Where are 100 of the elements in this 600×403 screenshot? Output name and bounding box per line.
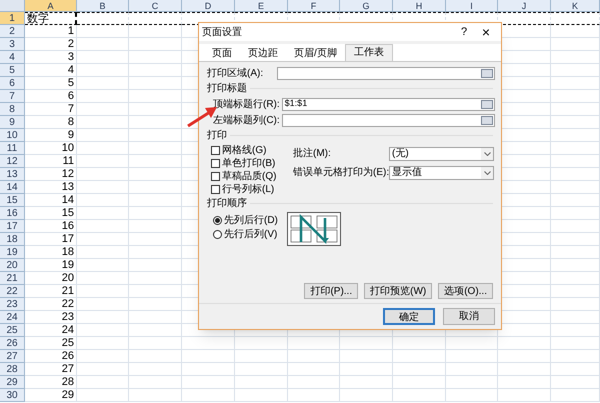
row-header[interactable]: 9 bbox=[0, 116, 25, 129]
row-header[interactable]: 24 bbox=[0, 311, 25, 324]
dialog-button[interactable]: 选项(O)... bbox=[438, 283, 493, 299]
row-header[interactable]: 1 bbox=[0, 12, 25, 25]
row-header[interactable]: 8 bbox=[0, 103, 25, 116]
table-cell: 7 bbox=[25, 103, 77, 116]
table-cell: 22 bbox=[25, 298, 77, 311]
field-label: 错误单元格打印为(E): bbox=[293, 166, 389, 180]
row-header[interactable]: 27 bbox=[0, 350, 25, 363]
table-cell: 4 bbox=[25, 64, 77, 77]
table-cell: 3 bbox=[25, 51, 77, 64]
row-header[interactable]: 14 bbox=[0, 181, 25, 194]
checkbox-label: 草稿品质(Q) bbox=[222, 170, 276, 184]
row-header[interactable]: 30 bbox=[0, 389, 25, 402]
tab[interactable]: 页面 bbox=[204, 46, 240, 61]
table-cell: 12 bbox=[25, 168, 77, 181]
row-header[interactable]: 17 bbox=[0, 220, 25, 233]
row-header[interactable]: 19 bbox=[0, 246, 25, 259]
table-cell: 17 bbox=[25, 233, 77, 246]
column-header[interactable]: C bbox=[129, 0, 182, 12]
row-header[interactable]: 25 bbox=[0, 324, 25, 337]
tab[interactable]: 页边距 bbox=[240, 46, 286, 61]
dropdown[interactable]: 显示值 bbox=[389, 166, 494, 180]
radio-label: 先列后行(D) bbox=[224, 214, 278, 228]
column-header[interactable]: H bbox=[393, 0, 446, 12]
column-header[interactable]: J bbox=[498, 0, 551, 12]
column-header[interactable]: A bbox=[25, 0, 77, 12]
row-header[interactable]: 10 bbox=[0, 129, 25, 142]
dialog-button[interactable]: 打印(P)... bbox=[304, 283, 358, 299]
tab[interactable]: 页眉/页脚 bbox=[286, 46, 345, 61]
row-header[interactable]: 3 bbox=[0, 38, 25, 51]
table-cell: 23 bbox=[25, 311, 77, 324]
table-cell: 11 bbox=[25, 155, 77, 168]
ok-button[interactable]: 确定 bbox=[383, 308, 435, 325]
table-cell: 5 bbox=[25, 77, 77, 90]
checkbox[interactable]: 单色打印(B) bbox=[211, 157, 281, 169]
checkbox-label: 单色打印(B) bbox=[222, 156, 276, 170]
column-header[interactable]: I bbox=[446, 0, 498, 12]
input-field[interactable]: $1:$1 bbox=[282, 98, 495, 110]
field-label: 左端标题列(C): bbox=[213, 114, 281, 128]
table-cell: 6 bbox=[25, 90, 77, 103]
column-header[interactable]: B bbox=[77, 0, 129, 12]
row-header[interactable]: 11 bbox=[0, 142, 25, 155]
table-cell: 15 bbox=[25, 207, 77, 220]
cancel-button[interactable]: 取消 bbox=[443, 308, 495, 325]
table-cell: 10 bbox=[25, 142, 77, 155]
table-cell: 28 bbox=[25, 376, 77, 389]
table-cell: 26 bbox=[25, 350, 77, 363]
dialog-title: 页面设置 bbox=[202, 26, 243, 40]
column-header[interactable]: D bbox=[182, 0, 235, 12]
row-header[interactable]: 15 bbox=[0, 194, 25, 207]
row-header[interactable]: 23 bbox=[0, 298, 25, 311]
column-header[interactable]: F bbox=[288, 0, 340, 12]
field-label: 顶端标题行(R): bbox=[213, 98, 281, 112]
tab[interactable]: 工作表 bbox=[344, 44, 393, 61]
section-heading: 打印标题 bbox=[207, 82, 247, 96]
checkbox-label: 网格线(G) bbox=[222, 144, 266, 158]
dialog-button[interactable]: 打印预览(W) bbox=[364, 283, 432, 299]
column-header[interactable]: E bbox=[235, 0, 288, 12]
row-header[interactable]: 28 bbox=[0, 363, 25, 376]
table-cell: 2 bbox=[25, 38, 77, 51]
row-header[interactable]: 26 bbox=[0, 337, 25, 350]
checkbox[interactable]: 网格线(G) bbox=[211, 144, 281, 156]
row-header[interactable]: 6 bbox=[0, 77, 25, 90]
section-heading: 打印顺序 bbox=[207, 196, 247, 211]
row-header[interactable]: 21 bbox=[0, 272, 25, 285]
table-cell: 24 bbox=[25, 324, 77, 337]
row-header[interactable]: 2 bbox=[0, 25, 25, 38]
checkbox[interactable]: 行号列标(L) bbox=[211, 183, 281, 195]
row-header[interactable]: 20 bbox=[0, 259, 25, 272]
table-cell: 9 bbox=[25, 129, 77, 142]
close-button[interactable]: × bbox=[474, 25, 498, 39]
row-header[interactable]: 12 bbox=[0, 155, 25, 168]
row-header[interactable]: 7 bbox=[0, 90, 25, 103]
radio-button[interactable]: 先列后行(D) bbox=[213, 214, 281, 226]
row-header[interactable]: 16 bbox=[0, 207, 25, 220]
dropdown[interactable]: (无) bbox=[389, 146, 494, 160]
row-header[interactable]: 22 bbox=[0, 285, 25, 298]
table-cell: 18 bbox=[25, 246, 77, 259]
table-cell: 25 bbox=[25, 337, 77, 350]
table-cell: 21 bbox=[25, 285, 77, 298]
row-header[interactable]: 5 bbox=[0, 64, 25, 77]
table-cell: 20 bbox=[25, 272, 77, 285]
checkbox[interactable]: 草稿品质(Q) bbox=[211, 170, 281, 182]
column-header[interactable]: K bbox=[551, 0, 600, 12]
field-label: 打印区域(A): bbox=[207, 66, 264, 80]
table-cell: 19 bbox=[25, 259, 77, 272]
row-header[interactable]: 4 bbox=[0, 51, 25, 64]
table-cell: 16 bbox=[25, 220, 77, 233]
radio-button[interactable]: 先行后列(V) bbox=[213, 228, 281, 240]
row-header[interactable]: 13 bbox=[0, 168, 25, 181]
row-header[interactable]: 18 bbox=[0, 233, 25, 246]
checkbox-label: 行号列标(L) bbox=[222, 182, 274, 196]
section-heading: 打印 bbox=[207, 128, 227, 143]
help-button[interactable]: ? bbox=[454, 24, 474, 40]
table-cell: 数字 bbox=[25, 12, 77, 25]
row-header[interactable]: 29 bbox=[0, 376, 25, 389]
column-header[interactable]: G bbox=[340, 0, 393, 12]
radio-label: 先行后列(V) bbox=[224, 228, 278, 242]
field-label: 批注(M): bbox=[293, 146, 332, 161]
